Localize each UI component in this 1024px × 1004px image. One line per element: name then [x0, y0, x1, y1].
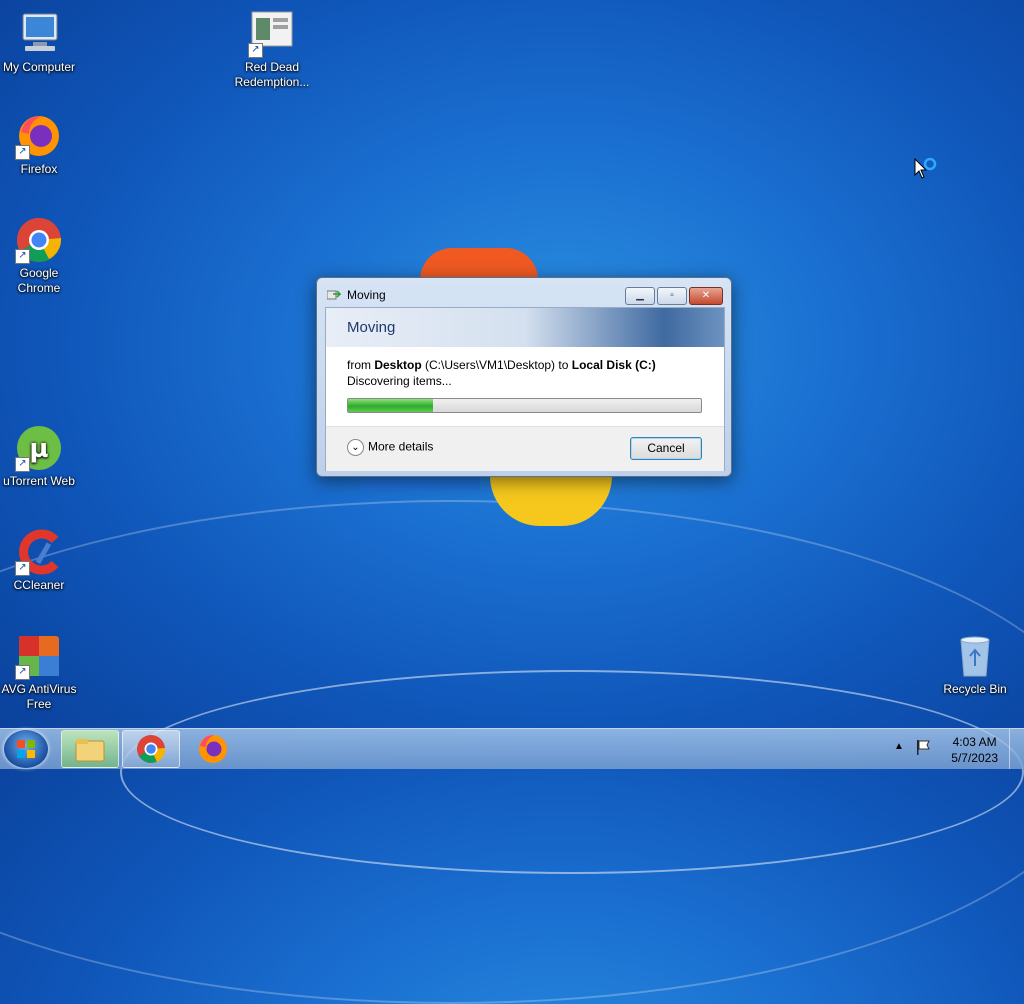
minimize-icon: ▁ — [636, 290, 644, 301]
move-status: Discovering items... — [347, 374, 452, 388]
computer-icon — [15, 10, 63, 58]
dialog-heading: Moving — [347, 319, 396, 336]
taskbar-explorer[interactable] — [61, 730, 119, 768]
game-shortcut-icon: ↗ — [248, 10, 296, 58]
maximize-button[interactable]: ▫ — [657, 287, 687, 305]
taskbar-firefox[interactable] — [183, 730, 241, 768]
desktop-icon-label: My Computer — [2, 60, 76, 74]
desktop-icon-avg-antivirus[interactable]: ↗ AVG AntiVirus Free — [0, 632, 79, 712]
minimize-button[interactable]: ▁ — [625, 287, 655, 305]
taskbar-chrome[interactable] — [122, 730, 180, 768]
cancel-button[interactable]: Cancel — [630, 437, 702, 460]
desktop-icon-label: Recycle Bin — [943, 682, 1007, 696]
progress-fill — [348, 399, 433, 412]
recycle-bin-icon — [951, 632, 999, 680]
action-center-flag-icon[interactable] — [916, 739, 930, 755]
destination-name: Local Disk (C:) — [571, 358, 656, 372]
close-button[interactable]: ✕ — [689, 287, 723, 305]
dialog-content: Moving from Desktop (C:\Users\VM1\Deskto… — [325, 307, 725, 471]
from-prefix: from — [347, 358, 375, 372]
desktop-icon-label: AVG AntiVirus Free — [1, 682, 77, 711]
clock-time: 4:03 AM — [952, 735, 997, 749]
taskbar: ▲ 4:03 AM 5/7/2023 — [0, 728, 1024, 769]
utorrent-icon: µ ↗ — [15, 424, 63, 472]
more-details-toggle[interactable]: ⌄ More details — [347, 439, 433, 456]
shortcut-arrow-icon: ↗ — [15, 457, 30, 472]
file-move-icon — [326, 288, 342, 300]
shortcut-arrow-icon: ↗ — [15, 665, 30, 680]
desktop-icon-my-computer[interactable]: My Computer — [0, 10, 79, 75]
windows-logo-icon — [17, 740, 35, 758]
busy-cursor-icon — [914, 157, 940, 185]
desktop-icon-ccleaner[interactable]: ↗ CCleaner — [0, 528, 79, 593]
avg-icon: ↗ — [15, 632, 63, 680]
show-desktop-button[interactable] — [1009, 729, 1024, 769]
desktop-icon-label: Red Dead Redemption... — [234, 60, 310, 89]
shortcut-arrow-icon: ↗ — [15, 561, 30, 576]
desktop-icon-firefox[interactable]: ↗ Firefox — [0, 112, 79, 177]
system-clock[interactable]: 4:03 AM 5/7/2023 — [951, 734, 998, 766]
desktop-icon-red-dead-redemption[interactable]: ↗ Red Dead Redemption... — [232, 10, 312, 90]
firefox-icon — [199, 735, 227, 763]
start-button[interactable] — [4, 730, 48, 768]
progress-bar — [347, 398, 702, 413]
move-source-destination: from Desktop (C:\Users\VM1\Desktop) to L… — [347, 358, 656, 372]
dialog-title: Moving — [347, 288, 386, 302]
firefox-icon: ↗ — [15, 112, 63, 160]
show-hidden-icons-button[interactable]: ▲ — [894, 741, 904, 752]
desktop-icon-label: uTorrent Web — [3, 474, 75, 488]
chrome-icon — [137, 735, 166, 763]
maximize-icon: ▫ — [670, 290, 674, 301]
desktop-icon-label: Google Chrome — [17, 266, 61, 295]
desktop-icon-recycle-bin[interactable]: Recycle Bin — [935, 632, 1015, 697]
svg-text:µ: µ — [29, 434, 48, 464]
source-name: Desktop — [374, 358, 422, 372]
shortcut-arrow-icon: ↗ — [15, 249, 30, 264]
source-path: (C:\Users\VM1\Desktop) to — [421, 358, 572, 372]
close-icon: ✕ — [701, 290, 711, 301]
desktop-icon-utorrent-web[interactable]: µ ↗ uTorrent Web — [0, 424, 79, 489]
windows-explorer-icon — [75, 739, 105, 762]
dialog-footer: ⌄ More details Cancel — [326, 426, 724, 471]
desktop-icon-label: CCleaner — [13, 578, 65, 592]
chrome-icon: ↗ — [15, 216, 63, 264]
chevron-down-icon: ⌄ — [347, 439, 364, 456]
shortcut-arrow-icon: ↗ — [15, 145, 30, 160]
moving-dialog: Moving ▁ ▫ ✕ Moving from Desktop (C:\Use… — [316, 277, 732, 477]
ccleaner-icon: ↗ — [15, 528, 63, 576]
desktop-icon-label: Firefox — [20, 162, 58, 176]
more-details-label: More details — [368, 439, 434, 454]
desktop-icon-google-chrome[interactable]: ↗ Google Chrome — [0, 216, 79, 296]
dialog-header: Moving — [326, 308, 724, 347]
clock-date: 5/7/2023 — [951, 751, 998, 765]
shortcut-arrow-icon: ↗ — [248, 43, 263, 58]
